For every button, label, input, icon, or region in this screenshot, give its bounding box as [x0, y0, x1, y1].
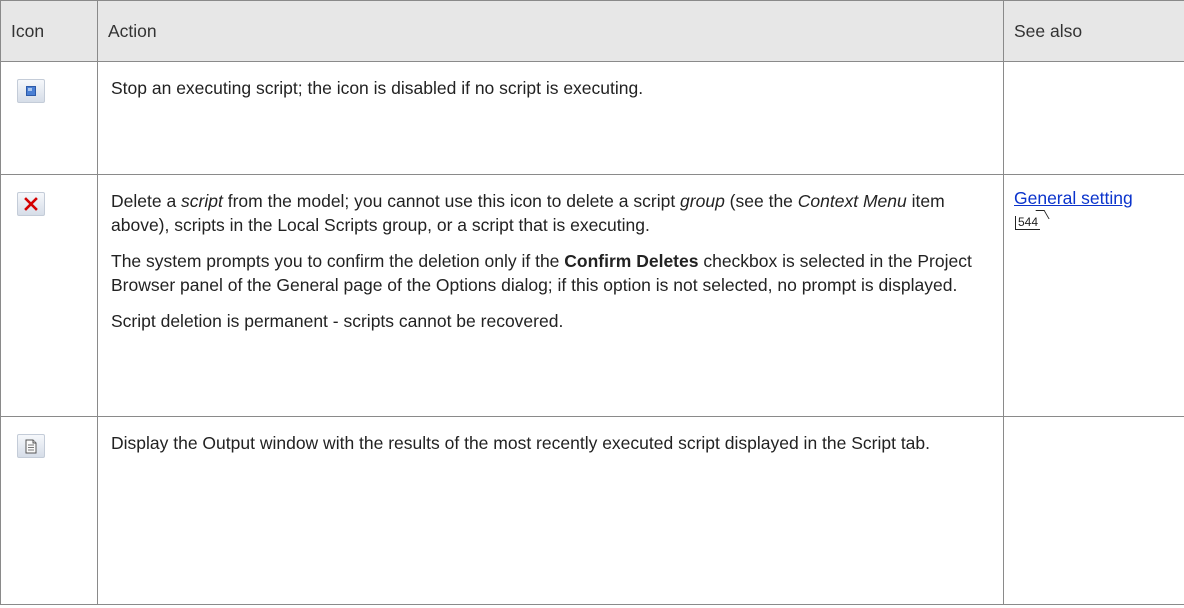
see-also-cell [1003, 61, 1184, 175]
see-also-cell: General setting 544 [1003, 174, 1184, 417]
action-text: The system prompts you to confirm the de… [111, 251, 972, 295]
page-ref[interactable]: 544 [1015, 216, 1041, 230]
header-row: Icon Action See also [0, 0, 1184, 62]
action-text: Display the Output window with the resul… [111, 433, 931, 453]
icon-cell [0, 416, 98, 605]
output-icon [17, 434, 45, 458]
header-action: Action [97, 0, 1004, 62]
header-icon: Icon [0, 0, 98, 62]
icon-cell [0, 61, 98, 175]
action-text: Delete a script from the model; you cann… [111, 191, 945, 235]
action-cell: Display the Output window with the resul… [97, 416, 1004, 605]
action-cell: Stop an executing script; the icon is di… [97, 61, 1004, 175]
table-row: Delete a script from the model; you cann… [0, 174, 1184, 417]
table-row: Display the Output window with the resul… [0, 416, 1184, 605]
script-toolbar-table: Icon Action See also Stop an executing s… [0, 0, 1184, 605]
header-see-also: See also [1003, 0, 1184, 62]
general-setting-link[interactable]: General setting [1014, 188, 1133, 208]
icon-cell [0, 174, 98, 417]
see-also-cell [1003, 416, 1184, 605]
action-text: Script deletion is permanent - scripts c… [111, 311, 564, 331]
action-text: Stop an executing script; the icon is di… [111, 78, 644, 98]
table-row: Stop an executing script; the icon is di… [0, 61, 1184, 175]
action-cell: Delete a script from the model; you cann… [97, 174, 1004, 417]
delete-icon [17, 192, 45, 216]
stop-icon [17, 79, 45, 103]
